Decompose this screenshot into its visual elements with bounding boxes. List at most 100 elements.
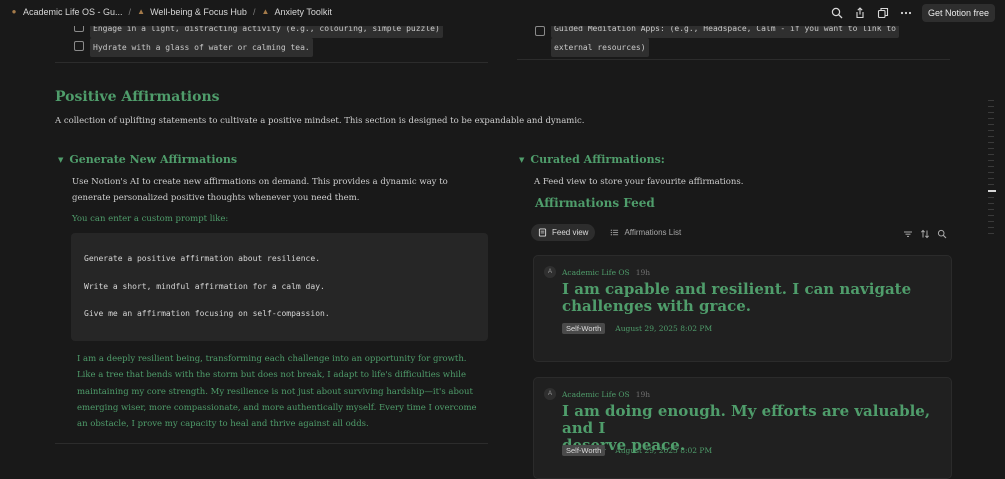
outline-mark[interactable]	[988, 130, 994, 131]
top-bar: ● Academic Life OS - Gu... / ▲ Well-bein…	[0, 0, 1005, 26]
person-icon: ▲	[137, 7, 146, 16]
breadcrumb-separator: /	[252, 7, 256, 17]
code-line: Give me an affirmation focusing on self-…	[84, 309, 330, 318]
paragraph-line: generate personalized positive thoughts …	[72, 193, 360, 203]
feed-card[interactable]: A Academic Life OS 19h I am doing enough…	[533, 377, 952, 479]
breadcrumb: ● Academic Life OS - Gu... / ▲ Well-bein…	[10, 7, 332, 17]
top-actions: Get Notion free	[830, 4, 995, 22]
toggle-heading-generate[interactable]: ▼ Generate New Affirmations	[58, 153, 237, 166]
list-icon	[611, 229, 619, 236]
card-author[interactable]: Academic Life OS	[562, 268, 630, 277]
page-outline[interactable]	[988, 100, 996, 239]
card-title-line: I am doing enough. My efforts are valuab…	[562, 402, 931, 437]
ai-text-line: maintaining my core strength. My resilie…	[77, 386, 473, 397]
breadcrumb-separator: /	[128, 7, 132, 17]
avatar: A	[544, 266, 556, 278]
breadcrumb-item-wellbeing-hub[interactable]: ▲ Well-being & Focus Hub	[137, 7, 247, 17]
checkbox[interactable]	[535, 26, 545, 36]
outline-mark[interactable]	[988, 136, 994, 137]
checklist-item-text: Hydrate with a glass of water or calming…	[90, 38, 313, 57]
outline-mark[interactable]	[988, 154, 994, 155]
sort-icon[interactable]	[920, 229, 930, 239]
tab-feed-view[interactable]: Feed view	[531, 224, 596, 241]
breadcrumb-item-anxiety-toolkit[interactable]: ▲ Anxiety Toolkit	[261, 7, 332, 17]
outline-mark[interactable]	[988, 233, 994, 234]
curated-description: A Feed view to store your favourite affi…	[534, 177, 744, 187]
generate-description: Use Notion's AI to create new affirmatio…	[72, 174, 448, 206]
search-icon[interactable]	[937, 229, 947, 239]
checklist-text-line: external resources)	[551, 38, 649, 57]
card-author[interactable]: Academic Life OS	[562, 390, 630, 399]
outline-mark[interactable]	[988, 178, 994, 179]
ai-text-line: an obstacle, I prove my capacity to heal…	[77, 419, 369, 430]
get-notion-free-button[interactable]: Get Notion free	[921, 4, 995, 22]
outline-mark[interactable]	[988, 118, 994, 119]
outline-mark-current[interactable]	[988, 190, 996, 192]
feed-view-icon	[538, 228, 547, 237]
breadcrumb-item-academic-life-os[interactable]: ● Academic Life OS - Gu...	[10, 7, 123, 17]
checkbox[interactable]	[74, 41, 84, 51]
outline-mark[interactable]	[988, 148, 994, 149]
outline-mark[interactable]	[988, 172, 994, 173]
share-icon[interactable]	[853, 6, 867, 20]
person-icon: ▲	[261, 7, 270, 16]
card-footer: Self-Worth August 29, 2025 8:02 PM	[562, 323, 712, 334]
outline-mark[interactable]	[988, 124, 994, 125]
outline-mark[interactable]	[988, 106, 994, 107]
toggle-triangle-icon[interactable]: ▼	[519, 155, 524, 164]
card-meta: A Academic Life OS 19h	[544, 266, 650, 278]
outline-mark[interactable]	[988, 221, 994, 222]
breadcrumb-label: Academic Life OS - Gu...	[23, 7, 123, 17]
divider	[55, 62, 488, 63]
feed-card[interactable]: A Academic Life OS 19h I am capable and …	[533, 255, 952, 362]
outline-mark[interactable]	[988, 227, 994, 228]
toggle-heading-curated[interactable]: ▼ Curated Affirmations:	[519, 153, 665, 166]
card-title[interactable]: I am capable and resilient. I can naviga…	[562, 281, 932, 315]
toggle-heading-label: Curated Affirmations:	[530, 153, 665, 166]
code-line: Generate a positive affirmation about re…	[84, 254, 321, 263]
ai-text-line: I am a deeply resilient being, transform…	[77, 354, 467, 364]
ai-text-line: Like a tree that bends with the storm bu…	[77, 370, 467, 381]
prompt-label: You can enter a custom prompt like:	[72, 214, 229, 224]
breadcrumb-label: Well-being & Focus Hub	[150, 7, 247, 17]
outline-mark[interactable]	[988, 184, 994, 185]
tab-label: Affirmations List	[624, 228, 682, 237]
outline-mark[interactable]	[988, 100, 994, 101]
filter-icon[interactable]	[903, 229, 913, 239]
view-tabs: Feed view Affirmations List	[531, 224, 688, 241]
toggle-triangle-icon[interactable]: ▼	[58, 155, 63, 164]
outline-mark[interactable]	[988, 160, 994, 161]
outline-mark[interactable]	[988, 112, 994, 113]
ai-generated-affirmation: I am a deeply resilient being, transform…	[77, 351, 489, 432]
breadcrumb-label: Anxiety Toolkit	[274, 7, 332, 17]
feed-tools	[903, 229, 947, 239]
code-block[interactable]: Generate a positive affirmation about re…	[71, 233, 488, 341]
search-icon[interactable]	[830, 6, 844, 20]
card-date: August 29, 2025 8:02 PM	[615, 446, 713, 455]
paragraph-line: Use Notion's AI to create new affirmatio…	[72, 177, 448, 187]
outline-mark[interactable]	[988, 215, 994, 216]
more-icon[interactable]	[899, 6, 913, 20]
duplicate-icon[interactable]	[876, 6, 890, 20]
section-title: Positive Affirmations	[55, 89, 220, 105]
section-description: A collection of uplifting statements to …	[55, 116, 585, 126]
toggle-heading-label: Generate New Affirmations	[69, 153, 238, 166]
outline-mark[interactable]	[988, 197, 994, 198]
card-meta: A Academic Life OS 19h	[544, 388, 650, 400]
avatar: A	[544, 388, 556, 400]
outline-mark[interactable]	[988, 142, 994, 143]
page-icon: ●	[11, 7, 17, 16]
card-date: August 29, 2025 8:02 PM	[615, 324, 713, 333]
outline-mark[interactable]	[988, 166, 994, 167]
tag-badge: Self-Worth	[562, 323, 606, 334]
outline-mark[interactable]	[988, 209, 994, 210]
card-title-line: challenges with grace.	[562, 297, 751, 315]
divider	[55, 443, 488, 444]
feed-title: Affirmations Feed	[535, 196, 655, 210]
outline-mark[interactable]	[988, 203, 994, 204]
checklist-item[interactable]: Hydrate with a glass of water or calming…	[74, 38, 313, 57]
code-line: Write a short, mindful affirmation for a…	[84, 282, 325, 291]
card-title-line: I am capable and resilient. I can naviga…	[562, 280, 912, 298]
card-time: 19h	[635, 267, 651, 277]
tab-affirmations-list[interactable]: Affirmations List	[603, 224, 688, 241]
